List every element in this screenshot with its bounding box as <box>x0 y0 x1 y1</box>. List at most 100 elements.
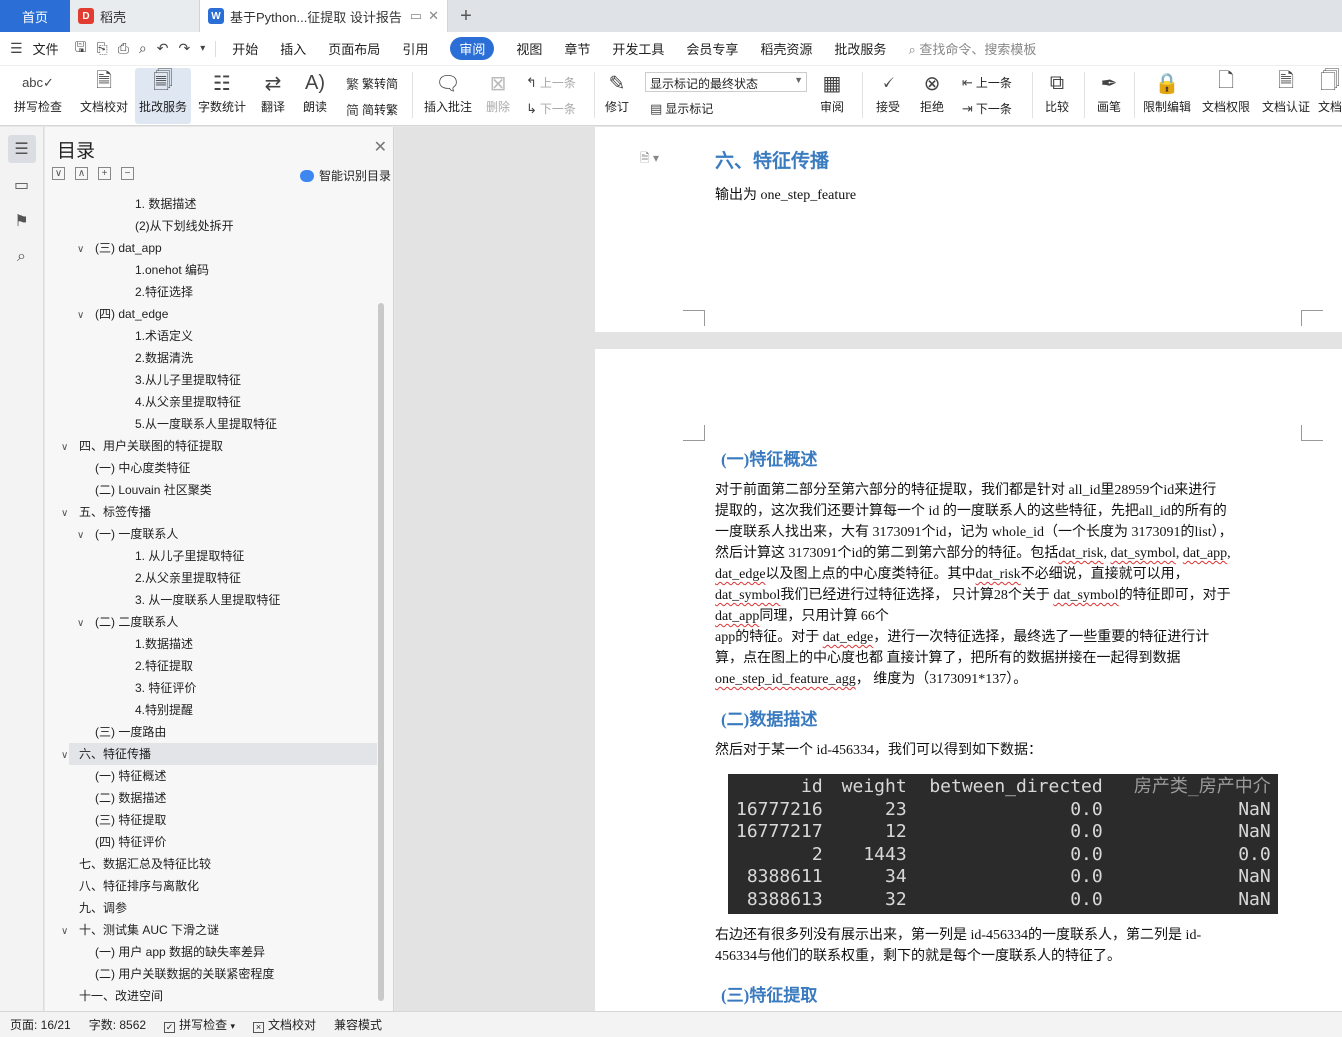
menu-references[interactable]: 引用 <box>402 39 428 58</box>
chevron-down-icon[interactable]: ∨ <box>77 613 89 635</box>
toc-item[interactable]: (二) 数据描述 <box>95 787 166 809</box>
chevron-down-icon[interactable]: ▾ <box>200 43 205 54</box>
hamburger-menu-icon[interactable]: ☰ <box>10 40 23 57</box>
menu-home[interactable]: 开始 <box>232 39 258 58</box>
compare-button[interactable]: ⧉ 比较 <box>1038 68 1076 124</box>
toc-item[interactable]: ∨ (三) dat_app <box>77 237 162 259</box>
close-icon[interactable]: ✕ <box>374 137 387 157</box>
toc-item[interactable]: (一) 中心度类特征 <box>95 457 190 479</box>
toc-item[interactable]: 2.数据清洗 <box>135 347 193 369</box>
tab-home[interactable]: 首页 <box>0 0 70 32</box>
accept-button[interactable]: 🗸 接受 <box>870 68 906 124</box>
chevron-down-icon[interactable]: ∨ <box>61 745 73 767</box>
expand-all-icon[interactable]: ∨ <box>52 167 65 180</box>
chevron-down-icon[interactable]: ∨ <box>77 525 89 547</box>
add-heading-icon[interactable]: + <box>98 167 111 180</box>
menu-review[interactable]: 审阅 <box>450 37 495 60</box>
review-pane-button[interactable]: ▦ 审阅 <box>814 68 850 124</box>
toc-item[interactable]: 1. 从儿子里提取特征 <box>135 545 244 567</box>
doc-proof-button[interactable]: 🗎 文档校对 <box>76 68 132 124</box>
toc-item[interactable]: ∨ (一) 一度联系人 <box>77 523 178 545</box>
toc-item[interactable]: 2.特征选择 <box>135 281 193 303</box>
prev-comment-button[interactable]: ↰ 上一条 <box>526 74 576 91</box>
toc-item[interactable]: (三) 特征提取 <box>95 809 166 831</box>
toc-item[interactable]: 1. 数据描述 <box>135 193 196 215</box>
toc-item[interactable]: ∨ (四) dat_edge <box>77 303 168 325</box>
toc-item[interactable]: (二) Louvain 社区聚类 <box>95 479 212 501</box>
page-indicator[interactable]: 页面: 16/21 <box>10 1016 71 1033</box>
bookmark-icon[interactable]: ⚑ <box>8 207 36 235</box>
menu-developer[interactable]: 开发工具 <box>612 39 664 58</box>
tab-document[interactable]: W 基于Python...征提取 设计报告 ▭ ✕ <box>200 0 448 32</box>
toc-item[interactable]: 4.特别提醒 <box>135 699 193 721</box>
trad-to-simp-button[interactable]: 繁繁转简 <box>346 74 398 93</box>
chevron-down-icon[interactable]: ∨ <box>61 437 73 459</box>
chevron-down-icon[interactable]: ∨ <box>77 239 89 261</box>
next-change-button[interactable]: ⇥ 下一条 <box>962 100 1012 117</box>
menu-docer-resources[interactable]: 稻壳资源 <box>760 39 812 58</box>
toc-item[interactable]: 2.特征提取 <box>135 655 193 677</box>
toc-item[interactable]: 1.onehot 编码 <box>135 259 209 281</box>
print-icon[interactable]: ⎙ <box>118 40 129 57</box>
restrict-edit-button[interactable]: 🔒 限制编辑 <box>1140 68 1194 124</box>
save-icon[interactable]: 🖫 <box>75 37 87 61</box>
chevron-down-icon[interactable]: ∨ <box>61 921 73 943</box>
toc-item[interactable]: ∨ 十、测试集 AUC 下滑之谜 <box>61 919 219 941</box>
toc-item[interactable]: ∨ 五、标签传播 <box>61 501 151 523</box>
remove-heading-icon[interactable]: − <box>121 167 134 180</box>
toc-item[interactable]: (2)从下划线处拆开 <box>135 215 234 237</box>
next-comment-button[interactable]: ↳ 下一条 <box>526 100 576 117</box>
toc-item[interactable]: ∨ 四、用户关联图的特征提取 <box>61 435 223 457</box>
prev-change-button[interactable]: ⇤ 上一条 <box>962 74 1012 91</box>
export-icon[interactable]: ⎘ <box>97 40 108 57</box>
toc-item[interactable]: 1.术语定义 <box>135 325 193 347</box>
tab-docer[interactable]: D 稻壳 <box>70 0 200 32</box>
toc-item[interactable]: (二) 用户关联数据的关联紧密程度 <box>95 963 274 985</box>
page-tool-icon[interactable]: 🗎 ▾ <box>640 149 659 170</box>
pen-button[interactable]: ✒ 画笔 <box>1092 68 1126 124</box>
doc-permission-button[interactable]: 🗋 文档权限 <box>1198 68 1254 124</box>
toc-item[interactable]: 八、特征排序与离散化 <box>79 875 199 897</box>
toc-item[interactable]: ∨ (二) 二度联系人 <box>77 611 178 633</box>
chevron-down-icon[interactable]: ∨ <box>61 503 73 525</box>
toc-item[interactable]: (四) 特征评价 <box>95 831 166 853</box>
translate-button[interactable]: ⇄ 翻译 <box>254 68 292 124</box>
ai-toc-button[interactable]: 智能识别目录 <box>299 167 391 184</box>
toc-item[interactable]: 十一、改进空间 <box>79 985 163 1007</box>
toc-item[interactable]: 4.从父亲里提取特征 <box>135 391 241 413</box>
spell-check-toggle[interactable]: ✓ 拼写检查 ▾ <box>164 1016 235 1033</box>
toc-item[interactable]: 3. 特征评价 <box>135 677 196 699</box>
insert-comment-button[interactable]: 🗨 插入批注 <box>420 68 476 124</box>
redo-icon[interactable]: ↷ <box>179 40 191 57</box>
markup-state-select[interactable]: 显示标记的最终状态 ▼ <box>645 72 807 92</box>
toc-item[interactable]: 七、数据汇总及特征比较 <box>79 853 211 875</box>
read-aloud-button[interactable]: A) 朗读 <box>298 68 332 124</box>
show-markup-button[interactable]: ▤ 显示标记 <box>650 100 713 117</box>
menu-layout[interactable]: 页面布局 <box>328 39 380 58</box>
menu-chapter[interactable]: 章节 <box>564 39 590 58</box>
reject-button[interactable]: ⊗ 拒绝 <box>914 68 950 124</box>
toc-scrollbar[interactable] <box>378 303 384 1001</box>
word-count-button[interactable]: ☷ 字数统计 <box>194 68 250 124</box>
track-changes-button[interactable]: ✎ 修订 <box>600 68 634 124</box>
toc-item[interactable]: ∨ 六、特征传播 <box>61 743 151 765</box>
toc-item[interactable]: 3. 从一度联系人里提取特征 <box>135 589 280 611</box>
toc-item[interactable]: 5.从一度联系人里提取特征 <box>135 413 277 435</box>
toc-item[interactable]: (三) 一度路由 <box>95 721 166 743</box>
toc-item[interactable]: 九、调参 <box>79 897 127 919</box>
delete-comment-button[interactable]: ⊠ 删除 <box>480 68 516 124</box>
chevron-down-icon[interactable]: ∨ <box>77 305 89 327</box>
menu-file[interactable]: 文件 <box>33 39 59 58</box>
search-icon[interactable]: ⌕ <box>8 243 36 271</box>
simp-to-trad-button[interactable]: 简简转繁 <box>346 100 398 119</box>
doc-proof-toggle[interactable]: × 文档校对 <box>252 1016 316 1033</box>
menu-correction-service[interactable]: 批改服务 <box>834 39 886 58</box>
correction-service-button[interactable]: 🗐 批改服务 <box>135 68 191 124</box>
menu-view[interactable]: 视图 <box>516 39 542 58</box>
menu-insert[interactable]: 插入 <box>280 39 306 58</box>
new-tab-button[interactable]: + <box>448 0 484 32</box>
toc-item[interactable]: 1.数据描述 <box>135 633 193 655</box>
spell-check-button[interactable]: abc✓ 拼写检查 <box>6 68 70 124</box>
doc-cert-button[interactable]: 🗎 文档认证 <box>1258 68 1314 124</box>
toc-item[interactable]: 2.从父亲里提取特征 <box>135 567 241 589</box>
